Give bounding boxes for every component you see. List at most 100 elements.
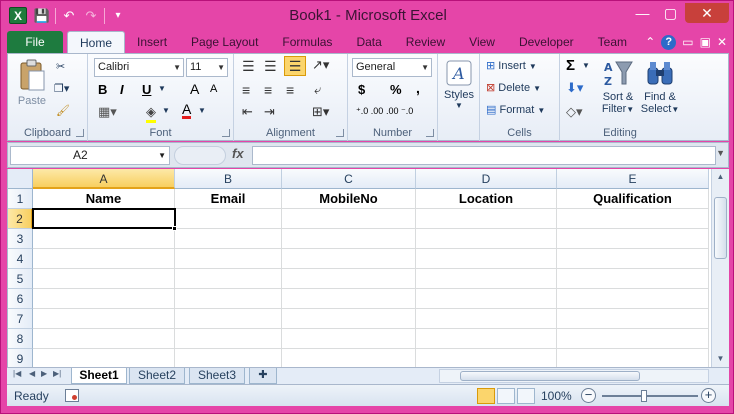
cell-a6[interactable] <box>33 289 175 309</box>
increase-indent-icon[interactable]: ⇥ <box>264 104 275 120</box>
align-top-icon[interactable]: ☰ <box>242 58 255 75</box>
cell-d7[interactable] <box>416 309 557 329</box>
clear-icon[interactable]: ◇▾ <box>566 104 583 120</box>
cell-d2[interactable] <box>416 209 557 229</box>
fill-handle[interactable] <box>172 226 177 231</box>
font-launcher-icon[interactable] <box>222 129 230 137</box>
cell-c5[interactable] <box>282 269 416 289</box>
chevron-down-icon[interactable]: ▼ <box>582 61 590 70</box>
chevron-down-icon[interactable]: ▼ <box>198 106 206 115</box>
select-all-button[interactable] <box>8 169 33 189</box>
number-format-select[interactable]: General ▼ <box>352 58 432 77</box>
cell-c9[interactable] <box>282 349 416 367</box>
borders-icon[interactable]: ▦▾ <box>98 104 117 120</box>
align-bottom-icon[interactable]: ☰ <box>284 56 306 76</box>
cell-d1[interactable]: Location <box>416 189 557 209</box>
autosum-button[interactable]: Σ <box>566 57 575 74</box>
cell-b3[interactable] <box>175 229 282 249</box>
increase-decimal-button[interactable]: ⁺.0 .00 <box>356 106 383 117</box>
tab-view[interactable]: View <box>457 31 507 53</box>
cell-d9[interactable] <box>416 349 557 367</box>
expand-formula-bar-icon[interactable]: ▼ <box>716 148 725 158</box>
workbook-minimize-icon[interactable]: ▭ <box>682 35 693 49</box>
cut-icon[interactable]: ✂ <box>56 60 65 73</box>
page-break-view-button[interactable] <box>517 388 535 404</box>
tab-page-layout[interactable]: Page Layout <box>179 31 270 53</box>
cell-a5[interactable] <box>33 269 175 289</box>
cell-b2[interactable] <box>175 209 282 229</box>
number-launcher-icon[interactable] <box>426 129 434 137</box>
row-header-4[interactable]: 4 <box>8 249 33 269</box>
format-cells-button[interactable]: ▤ Format ▼ <box>486 103 558 116</box>
column-header-e[interactable]: E <box>557 169 709 189</box>
workbook-close-icon[interactable]: ✕ <box>717 35 727 49</box>
scroll-down-icon[interactable]: ▼ <box>712 351 729 367</box>
font-size-select[interactable]: 11 ▼ <box>186 58 228 77</box>
insert-cells-button[interactable]: ⊞ Insert ▼ <box>486 59 558 72</box>
align-middle-icon[interactable]: ☰ <box>264 58 277 75</box>
cell-c7[interactable] <box>282 309 416 329</box>
prev-sheet-icon[interactable]: ◀ <box>29 369 35 378</box>
sheet-tab-3[interactable]: Sheet3 <box>189 368 245 384</box>
row-header-9[interactable]: 9 <box>8 349 33 367</box>
styles-button[interactable]: A Styles ▼ <box>442 60 476 110</box>
cell-e4[interactable] <box>557 249 709 269</box>
column-header-d[interactable]: D <box>416 169 557 189</box>
cell-e2[interactable] <box>557 209 709 229</box>
collapse-ribbon-icon[interactable]: ⌃ <box>645 35 655 49</box>
tab-review[interactable]: Review <box>394 31 457 53</box>
underline-button[interactable]: U <box>142 82 151 97</box>
format-painter-icon[interactable]: 🖌 <box>56 104 70 117</box>
delete-cells-button[interactable]: ⊠ Delete ▼ <box>486 81 558 94</box>
cell-e7[interactable] <box>557 309 709 329</box>
cell-b4[interactable] <box>175 249 282 269</box>
cell-b5[interactable] <box>175 269 282 289</box>
cell-c2[interactable] <box>282 209 416 229</box>
row-header-8[interactable]: 8 <box>8 329 33 349</box>
horizontal-scrollbar[interactable] <box>439 369 709 383</box>
zoom-level[interactable]: 100% <box>541 389 572 403</box>
align-right-icon[interactable]: ≡ <box>286 82 294 98</box>
maximize-button[interactable]: ▢ <box>657 3 684 23</box>
cell-c1[interactable]: MobileNo <box>282 189 416 209</box>
orientation-icon[interactable]: ↗▾ <box>312 57 329 73</box>
first-sheet-icon[interactable]: |◀ <box>13 369 21 378</box>
percent-button[interactable]: % <box>390 82 402 97</box>
cell-d6[interactable] <box>416 289 557 309</box>
tab-insert[interactable]: Insert <box>125 31 179 53</box>
tab-team[interactable]: Team <box>586 31 639 53</box>
active-cell-border[interactable] <box>32 208 176 229</box>
shrink-font-button[interactable]: A <box>210 83 217 95</box>
cell-c8[interactable] <box>282 329 416 349</box>
close-button[interactable]: ✕ <box>685 3 729 23</box>
column-header-b[interactable]: B <box>175 169 282 189</box>
copy-icon[interactable]: ❐▾ <box>54 82 69 95</box>
row-header-5[interactable]: 5 <box>8 269 33 289</box>
cell-e8[interactable] <box>557 329 709 349</box>
decrease-decimal-button[interactable]: .00 ⁻.0 <box>386 106 413 117</box>
merge-center-icon[interactable]: ⊞▾ <box>312 104 329 120</box>
zoom-slider[interactable] <box>602 395 698 397</box>
cell-d5[interactable] <box>416 269 557 289</box>
insert-sheet-icon[interactable]: ✚ <box>249 368 277 384</box>
row-header-1[interactable]: 1 <box>8 189 33 209</box>
cell-b9[interactable] <box>175 349 282 367</box>
comma-button[interactable]: , <box>416 80 420 96</box>
wrap-text-icon[interactable]: ⤶ <box>314 82 321 98</box>
clipboard-launcher-icon[interactable] <box>76 129 84 137</box>
bold-button[interactable]: B <box>98 82 107 97</box>
cell-a3[interactable] <box>33 229 175 249</box>
cell-e5[interactable] <box>557 269 709 289</box>
help-icon[interactable]: ? <box>661 34 677 50</box>
grow-font-button[interactable]: A <box>190 81 199 97</box>
cell-a4[interactable] <box>33 249 175 269</box>
sheet-tab-2[interactable]: Sheet2 <box>129 368 185 384</box>
cell-e9[interactable] <box>557 349 709 367</box>
row-header-6[interactable]: 6 <box>8 289 33 309</box>
italic-button[interactable]: I <box>120 82 124 97</box>
fill-color-icon[interactable]: ◈ <box>146 104 156 123</box>
cell-e6[interactable] <box>557 289 709 309</box>
cell-d3[interactable] <box>416 229 557 249</box>
vertical-scrollbar[interactable]: ▲ ▼ <box>711 169 729 367</box>
cell-c6[interactable] <box>282 289 416 309</box>
